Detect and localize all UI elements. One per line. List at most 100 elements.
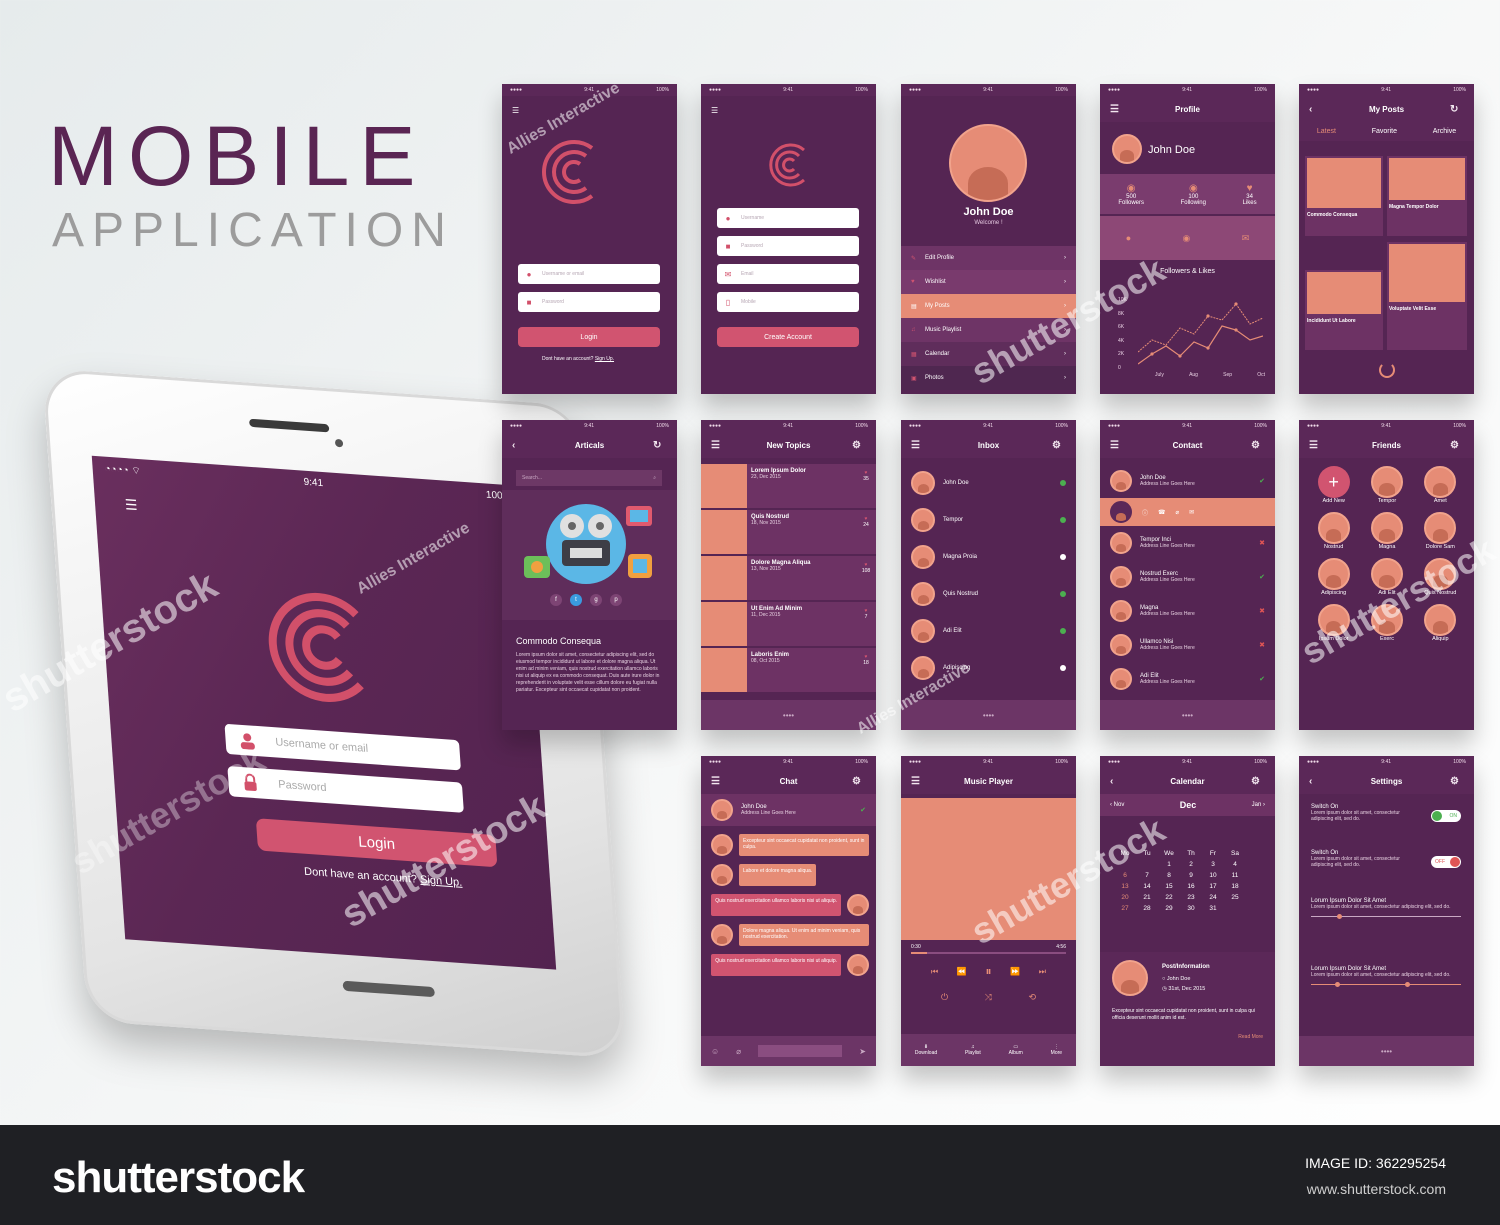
signup-link[interactable]: Sign Up. bbox=[420, 874, 463, 889]
menu-item[interactable]: ♥ Wishlist › bbox=[901, 270, 1076, 294]
stat-followers[interactable]: ◉ 500 Followers bbox=[1118, 183, 1144, 206]
range-thumb-min[interactable] bbox=[1335, 982, 1340, 987]
calendar-day[interactable]: 17 bbox=[1202, 881, 1224, 892]
gear-icon[interactable]: ⚙ bbox=[852, 440, 866, 451]
hamburger-icon[interactable]: ☰ bbox=[711, 440, 725, 451]
username-input[interactable]: ● Username bbox=[717, 208, 859, 228]
rewind-icon[interactable]: ⏪ bbox=[957, 967, 967, 976]
hamburger-icon[interactable]: ☰ bbox=[911, 776, 925, 787]
contact-item[interactable]: Magna Address Line Goes Here ✖ bbox=[1100, 594, 1275, 628]
friend-item[interactable]: Adipiscing bbox=[1307, 558, 1360, 596]
friend-item[interactable]: Tempor bbox=[1360, 466, 1413, 504]
mail-icon[interactable]: ✉ bbox=[1242, 233, 1250, 244]
range-track[interactable] bbox=[1311, 982, 1461, 987]
calendar-day[interactable]: 18 bbox=[1224, 881, 1246, 892]
calendar-day[interactable]: 2 bbox=[1180, 859, 1202, 870]
pinterest-icon[interactable]: p bbox=[610, 594, 622, 606]
calendar-day[interactable]: 11 bbox=[1224, 870, 1246, 881]
hamburger-icon[interactable]: ☰ bbox=[1309, 440, 1323, 451]
post-card[interactable]: Magna Tempor Dolor bbox=[1387, 156, 1467, 236]
hamburger-icon[interactable]: ☰ bbox=[1110, 440, 1124, 451]
toggle-on[interactable]: ON bbox=[1431, 810, 1461, 822]
calendar-day[interactable]: 30 bbox=[1180, 903, 1202, 914]
topic-item[interactable]: Ut Enim Ad Minim 11, Dec 2015 ♥ 7 bbox=[701, 602, 876, 646]
calendar-day[interactable]: 24 bbox=[1202, 892, 1224, 903]
user-icon[interactable]: ● bbox=[1126, 233, 1131, 243]
info-icon[interactable]: ⓘ bbox=[1142, 508, 1148, 517]
topic-item[interactable]: Laboris Enim 08, Oct 2015 ♥ 18 bbox=[701, 648, 876, 692]
calendar-day[interactable]: 28 bbox=[1136, 903, 1158, 914]
tab-latest[interactable]: Latest bbox=[1317, 128, 1336, 135]
refresh-icon[interactable]: ↻ bbox=[1450, 104, 1464, 115]
footer-logo[interactable]: shutterstock bbox=[52, 1153, 305, 1203]
calendar-day[interactable]: 6 bbox=[1114, 870, 1136, 881]
gear-icon[interactable]: ⚙ bbox=[1251, 440, 1265, 451]
menu-item-active[interactable]: ▤ My Posts › bbox=[901, 294, 1076, 318]
next-month[interactable]: Jan › bbox=[1252, 802, 1265, 808]
friend-item[interactable]: Quis Nostrud bbox=[1414, 558, 1467, 596]
calendar-day[interactable]: 31 bbox=[1202, 903, 1224, 914]
contact-item[interactable]: Adi Elit Address Line Goes Here ✔ bbox=[1100, 662, 1275, 696]
menu-item[interactable]: ✎ Edit Profile › bbox=[901, 246, 1076, 270]
menu-item[interactable]: ♫ Music Playlist › bbox=[901, 318, 1076, 342]
prev-month[interactable]: ‹ Nov bbox=[1110, 802, 1124, 808]
calendar-day[interactable]: 21 bbox=[1136, 892, 1158, 903]
googleplus-icon[interactable]: g bbox=[590, 594, 602, 606]
friend-item[interactable]: Magna bbox=[1360, 512, 1413, 550]
calendar-day[interactable]: 22 bbox=[1158, 892, 1180, 903]
menu-item[interactable]: ▣ Photos › bbox=[901, 366, 1076, 390]
inbox-item[interactable]: Tempor bbox=[901, 501, 1076, 538]
message-input[interactable] bbox=[758, 1045, 843, 1057]
emoji-icon[interactable]: ☺ bbox=[711, 1047, 719, 1056]
search-input[interactable]: Search... ⌕ bbox=[516, 470, 662, 486]
tab-download[interactable]: ⬇ Download bbox=[915, 1044, 937, 1056]
site-url[interactable]: www.shutterstock.com bbox=[1307, 1181, 1446, 1197]
chat-contact[interactable]: John Doe Address Line Goes Here ✔ bbox=[701, 794, 876, 826]
friend-item[interactable]: Aliquip bbox=[1414, 604, 1467, 642]
contact-item[interactable]: John Doe Address Line Goes Here ✔ bbox=[1100, 464, 1275, 498]
tab-more[interactable]: ⋮ More bbox=[1051, 1044, 1062, 1056]
hamburger-icon[interactable]: ☰ bbox=[711, 776, 725, 787]
hamburger-icon[interactable]: ☰ bbox=[911, 440, 925, 451]
password-input[interactable]: ■ Password bbox=[518, 292, 660, 312]
avatar[interactable] bbox=[949, 124, 1027, 202]
friend-item[interactable]: Nostrud bbox=[1307, 512, 1360, 550]
login-button[interactable]: Login bbox=[255, 818, 498, 868]
inbox-item[interactable]: Adi Elit bbox=[901, 612, 1076, 649]
friend-item[interactable]: Ipsum Dolor bbox=[1307, 604, 1360, 642]
username-input[interactable]: ● Username or email bbox=[518, 264, 660, 284]
search-icon[interactable]: ⌕ bbox=[653, 475, 656, 481]
calendar-day[interactable]: 25 bbox=[1224, 892, 1246, 903]
shuffle-icon[interactable]: ⤨ bbox=[985, 992, 992, 1003]
calendar-day[interactable]: 15 bbox=[1158, 881, 1180, 892]
call-icon[interactable]: ☎ bbox=[1158, 509, 1165, 516]
skip-forward-icon[interactable]: ⏭ bbox=[1039, 967, 1046, 977]
post-card[interactable]: Incididunt Ut Labore bbox=[1305, 270, 1383, 350]
skip-back-icon[interactable]: ⏮ bbox=[931, 967, 938, 977]
topic-item[interactable]: Quis Nostrud 18, Nov 2015 ♥ 24 bbox=[701, 510, 876, 554]
stat-following[interactable]: ◉ 100 Following bbox=[1181, 183, 1206, 206]
stat-likes[interactable]: ♥ 34 Likes bbox=[1243, 183, 1257, 206]
gear-icon[interactable]: ⚙ bbox=[1450, 776, 1464, 787]
avatar[interactable] bbox=[1112, 134, 1142, 164]
read-more-link[interactable]: Read More bbox=[1238, 1034, 1263, 1040]
username-input[interactable]: Username or email bbox=[224, 723, 461, 771]
friend-item[interactable]: Amet bbox=[1414, 466, 1467, 504]
friend-item[interactable]: Exerc bbox=[1360, 604, 1413, 642]
login-button[interactable]: Login bbox=[518, 327, 660, 347]
seek-bar[interactable] bbox=[911, 952, 1066, 954]
attach-icon[interactable]: ⌀ bbox=[1176, 509, 1180, 516]
gear-icon[interactable]: ⚙ bbox=[1450, 440, 1464, 451]
inbox-item[interactable]: John Doe bbox=[901, 464, 1076, 501]
forward-icon[interactable]: ⏩ bbox=[1010, 967, 1020, 976]
calendar-day[interactable]: 27 bbox=[1114, 903, 1136, 914]
topic-item[interactable]: Lorem Ipsum Dolor 23, Dec 2015 ♥ 35 bbox=[701, 464, 876, 508]
mobile-input[interactable]: ▯ Mobile bbox=[717, 292, 859, 312]
calendar-day[interactable]: 9 bbox=[1180, 870, 1202, 881]
pause-icon[interactable]: ⏸ bbox=[985, 964, 991, 979]
refresh-icon[interactable]: ↻ bbox=[653, 440, 667, 451]
inbox-item[interactable]: Adipiscing bbox=[901, 649, 1076, 686]
tab-favorite[interactable]: Favorite bbox=[1372, 128, 1397, 135]
back-icon[interactable]: ‹ bbox=[1309, 104, 1323, 115]
calendar-day[interactable]: 23 bbox=[1180, 892, 1202, 903]
